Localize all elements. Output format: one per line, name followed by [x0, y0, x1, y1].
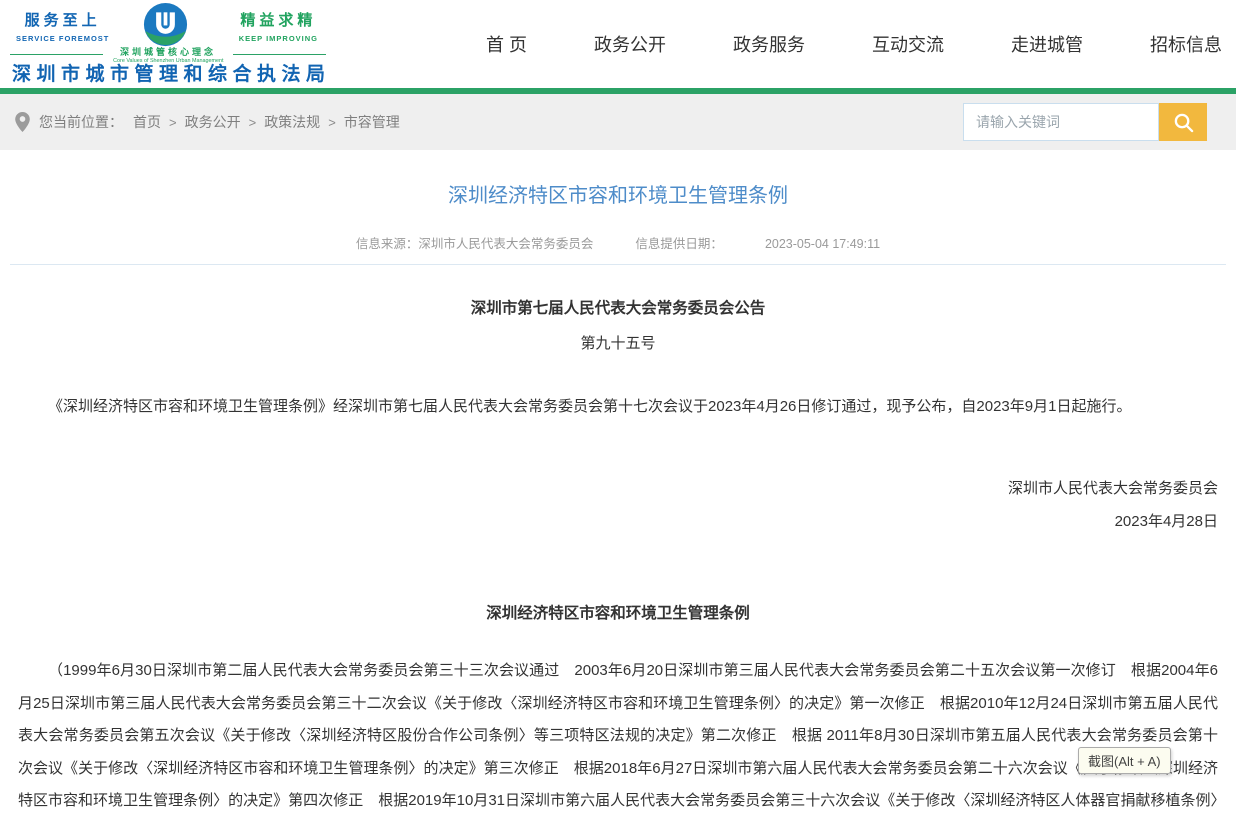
- date-label: 信息提供日期：: [635, 237, 723, 251]
- breadcrumb-separator: >: [249, 115, 257, 130]
- nav-item-home[interactable]: 首 页: [486, 31, 527, 57]
- main-nav: 首 页 政务公开 政务服务 互动交流 走进城管 招标信息: [486, 0, 1222, 88]
- nav-item-gov-services[interactable]: 政务服务: [733, 31, 805, 57]
- meta-divider: [10, 264, 1226, 265]
- slogan-improving-en: KEEP IMPROVING: [239, 34, 318, 43]
- law-title: 深圳经济特区市容和环境卫生管理条例: [18, 601, 1218, 623]
- law-history-paragraph: （1999年6月30日深圳市第二届人民代表大会常务委员会第三十三次会议通过 20…: [18, 655, 1218, 823]
- screenshot-tooltip: 截图(Alt + A): [1078, 747, 1171, 774]
- bureau-logo[interactable]: 服务至上 SERVICE FOREMOST 精益求精 KEEP IMPROVIN…: [10, 2, 326, 86]
- site-header: 服务至上 SERVICE FOREMOST 精益求精 KEEP IMPROVIN…: [0, 0, 1236, 88]
- bureau-name: 深圳市城市管理和综合执法局: [12, 59, 331, 86]
- search-button[interactable]: [1159, 103, 1207, 141]
- slogan-improving: 精益求精 KEEP IMPROVING: [239, 9, 318, 43]
- bureau-emblem-icon: [143, 2, 188, 47]
- breadcrumb-bar: 您当前位置： 首页 > 政务公开 > 政策法规 > 市容管理: [0, 94, 1236, 150]
- signature: 深圳市人民代表大会常务委员会: [18, 477, 1218, 498]
- announcement-paragraph: 《深圳经济特区市容和环境卫生管理条例》经深圳市第七届人民代表大会常务委员会第十七…: [18, 395, 1218, 419]
- breadcrumb-item-gov-disclosure[interactable]: 政务公开: [185, 112, 241, 132]
- slogan-service-cn: 服务至上: [16, 9, 109, 30]
- breadcrumb-prefix: 您当前位置：: [39, 112, 123, 132]
- caption-line-left: [10, 54, 103, 55]
- breadcrumb-separator: >: [169, 115, 177, 130]
- article-body: 深圳市第七届人民代表大会常务委员会公告 第九十五号 《深圳经济特区市容和环境卫生…: [0, 296, 1236, 823]
- nav-item-tenders[interactable]: 招标信息: [1150, 31, 1222, 57]
- announcement-number: 第九十五号: [18, 332, 1218, 353]
- slogan-improving-cn: 精益求精: [239, 9, 318, 30]
- nav-item-interaction[interactable]: 互动交流: [872, 31, 944, 57]
- page-title: 深圳经济特区市容和环境卫生管理条例: [0, 150, 1236, 208]
- search-box: [963, 103, 1207, 141]
- nav-item-about[interactable]: 走进城管: [1011, 31, 1083, 57]
- slogan-service-en: SERVICE FOREMOST: [16, 34, 109, 43]
- location-pin-icon: [15, 112, 30, 132]
- page: 服务至上 SERVICE FOREMOST 精益求精 KEEP IMPROVIN…: [0, 0, 1236, 823]
- breadcrumb-separator: >: [328, 115, 336, 130]
- search-icon: [1173, 112, 1194, 133]
- source-value: 深圳市人民代表大会常务委员会: [418, 237, 593, 251]
- breadcrumb-item-city-appearance[interactable]: 市容管理: [344, 112, 400, 132]
- announcement-title: 深圳市第七届人民代表大会常务委员会公告: [18, 296, 1218, 318]
- logo-caption-cn: 深圳城管核心理念: [107, 45, 230, 58]
- article-meta: 信息来源：深圳市人民代表大会常务委员会 信息提供日期： 2023-05-04 17:…: [0, 233, 1236, 252]
- signature-date: 2023年4月28日: [18, 510, 1218, 531]
- source-label: 信息来源：: [356, 237, 419, 251]
- nav-item-gov-disclosure[interactable]: 政务公开: [594, 31, 666, 57]
- article-content: 深圳经济特区市容和环境卫生管理条例 信息来源：深圳市人民代表大会常务委员会信息提…: [0, 150, 1236, 823]
- date-value: 2023-05-04 17:49:11: [765, 237, 880, 251]
- caption-line-right: [233, 54, 326, 55]
- breadcrumb-item-policies[interactable]: 政策法规: [264, 112, 320, 132]
- slogan-service: 服务至上 SERVICE FOREMOST: [16, 9, 109, 43]
- breadcrumb-item-home[interactable]: 首页: [133, 112, 161, 132]
- search-input[interactable]: [963, 103, 1159, 141]
